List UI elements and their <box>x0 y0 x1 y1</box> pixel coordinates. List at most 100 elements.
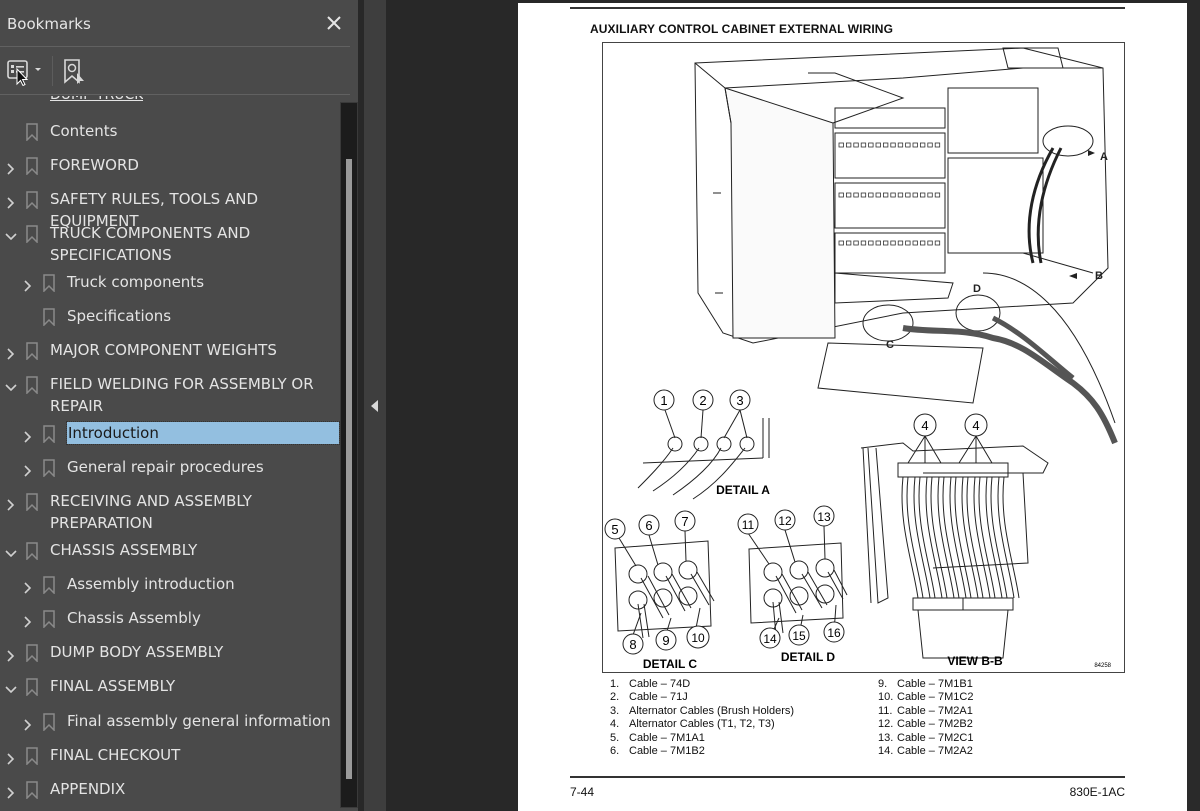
scrollbar-thumb[interactable] <box>346 158 352 779</box>
bookmarks-scrollbar[interactable] <box>340 102 358 808</box>
toolbar-separator <box>52 56 53 86</box>
legend-number: 14. <box>878 745 894 758</box>
callout-6: 6 <box>645 518 652 533</box>
bookmark-label: RECEIVING AND ASSEMBLY PREPARATION <box>50 492 252 532</box>
view-bb-caption: VIEW B-B <box>947 654 1003 668</box>
legend-left: 1. Cable – 74D 2. Cable – 71J 3. Alternator C… <box>610 678 794 758</box>
bookmark-icon <box>26 191 38 210</box>
callout-3: 3 <box>736 393 743 408</box>
legend-item: 9. Cable – 7M1B1 <box>878 678 973 691</box>
find-current-bookmark-button[interactable] <box>60 58 90 84</box>
legend-item: 3. Alternator Cables (Brush Holders) <box>610 705 794 718</box>
bookmark-icon <box>26 225 38 244</box>
legend-item: 11. Cable – 7M2A1 <box>878 705 973 718</box>
bookmark-label: APPENDIX <box>50 780 126 798</box>
chevron-right-icon[interactable] <box>22 715 34 731</box>
callout-4a: 4 <box>921 418 928 433</box>
bookmark-label: DUMP BODY ASSEMBLY <box>50 643 224 661</box>
legend-number: 10. <box>878 691 894 704</box>
chevron-down-icon[interactable] <box>5 680 17 694</box>
bookmark-label: Contents <box>50 122 118 140</box>
bookmark-icon <box>26 644 38 663</box>
legend-number: 9. <box>878 678 888 690</box>
legend-text: Cable – 7M1C2 <box>897 691 974 704</box>
legend-text: Alternator Cables (Brush Holders) <box>629 704 795 717</box>
chevron-right-icon[interactable] <box>5 749 17 765</box>
legend-item: 10. Cable – 7M1C2 <box>878 691 973 704</box>
document-code: 830E-1AC <box>1069 785 1125 799</box>
bookmark-icon <box>43 576 55 595</box>
bookmark-options-button[interactable] <box>6 58 46 87</box>
bookmark-label: Assembly introduction <box>67 575 235 593</box>
wiring-illustration: A B C D 1 2 3 DETAIL A 5 6 7 8 9 10 DETA… <box>604 47 1118 671</box>
figure-id: 84258 <box>1094 663 1111 669</box>
legend-text: Cable – 74D <box>629 678 691 690</box>
bookmark-label: CHASSIS ASSEMBLY <box>50 541 198 559</box>
chevron-right-icon[interactable] <box>22 276 34 292</box>
chevron-right-icon[interactable] <box>5 159 17 175</box>
bookmark-icon <box>26 123 38 142</box>
callout-9: 9 <box>662 633 669 648</box>
bookmark-icon <box>26 493 38 512</box>
chevron-right-icon[interactable] <box>5 344 17 360</box>
legend-number: 3. <box>610 704 620 717</box>
panel-title: Bookmarks <box>7 15 91 33</box>
view-letter-a: A <box>1100 151 1108 163</box>
chevron-right-icon[interactable] <box>5 783 17 799</box>
legend-item: 2. Cable – 71J <box>610 691 794 704</box>
chevron-down-icon[interactable] <box>5 227 17 241</box>
close-icon[interactable] <box>324 12 344 34</box>
bookmark-label: Final assembly general information <box>67 712 331 730</box>
bookmarks-panel: Bookmarks D <box>0 0 358 811</box>
callout-14: 14 <box>763 632 777 646</box>
bookmark-icon <box>26 157 38 176</box>
detail-c-caption: DETAIL C <box>643 657 698 671</box>
divider <box>0 46 350 47</box>
detail-d-caption: DETAIL D <box>781 650 836 664</box>
legend-number: 4. <box>610 718 620 731</box>
legend-item: 6. Cable – 7M1B2 <box>610 745 794 758</box>
legend-number: 13. <box>878 731 894 744</box>
chevron-right-icon[interactable] <box>22 427 34 443</box>
collapse-panel-button[interactable] <box>364 0 386 811</box>
bookmark-icon <box>26 678 38 697</box>
callout-1: 1 <box>660 393 667 408</box>
legend-number: 11. <box>878 704 893 717</box>
bookmark-label: FINAL ASSEMBLY <box>50 677 176 695</box>
bookmark-label: Specifications <box>67 307 172 325</box>
chevron-right-icon[interactable] <box>22 578 34 594</box>
legend-number: 1. <box>610 678 620 690</box>
bookmark-label: Truck components <box>67 273 205 291</box>
chevron-right-icon[interactable] <box>22 461 34 477</box>
bookmark-label: General repair procedures <box>67 458 264 476</box>
page-number: 7-44 <box>570 785 595 799</box>
header-rule <box>570 7 1125 9</box>
legend-number: 12. <box>878 718 894 731</box>
detail-a-caption: DETAIL A <box>716 483 770 497</box>
bookmark-icon <box>43 274 55 293</box>
callout-11: 11 <box>742 518 755 532</box>
chevron-right-icon[interactable] <box>5 193 17 209</box>
bookmark-icon <box>26 342 38 361</box>
divider <box>0 94 350 95</box>
legend-text: Alternator Cables (T1, T2, T3) <box>629 718 775 731</box>
callout-8: 8 <box>629 637 636 652</box>
legend-number: 5. <box>610 731 620 744</box>
bookmark-label: TRUCK COMPONENTS AND SPECIFICATIONS <box>50 224 251 264</box>
caret-down-icon <box>35 68 41 71</box>
legend-item: 5. Cable – 7M1A1 <box>610 732 794 745</box>
callout-4b: 4 <box>972 418 979 433</box>
callout-10: 10 <box>691 631 705 645</box>
legend-text: Cable – 71J <box>629 691 688 704</box>
callout-16: 16 <box>827 626 841 640</box>
bookmarks-header: Bookmarks <box>0 0 358 48</box>
chevron-down-icon[interactable] <box>5 378 17 392</box>
chevron-right-icon[interactable] <box>5 646 17 662</box>
footer-rule <box>570 776 1125 778</box>
bookmark-icon <box>43 459 55 478</box>
bookmark-label: MAJOR COMPONENT WEIGHTS <box>50 341 277 359</box>
chevron-down-icon[interactable] <box>5 544 17 558</box>
chevron-right-icon[interactable] <box>5 495 17 511</box>
bookmark-icon <box>43 308 55 327</box>
chevron-right-icon[interactable] <box>22 612 34 628</box>
